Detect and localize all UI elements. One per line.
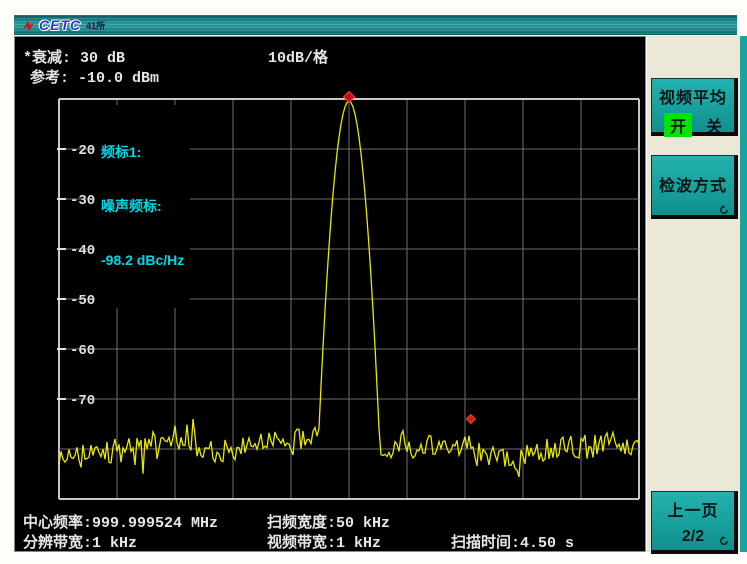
softkey-video-average[interactable]: 视频平均 开 关	[651, 78, 738, 136]
page-cycle-icon	[719, 533, 729, 543]
svg-text:-70: -70	[70, 393, 95, 409]
svg-text:-20: -20	[70, 143, 95, 159]
svg-text:-50: -50	[70, 293, 95, 309]
rbw-readout: 分辨带宽:1 kHz	[23, 531, 137, 552]
softkey-previous-page[interactable]: 上一页 2/2	[651, 491, 738, 554]
marker-info-box: 频标1: 噪声频标: -98.2 dBc/Hz	[95, 105, 190, 308]
svg-text:-40: -40	[70, 243, 95, 259]
scale-per-div-readout: 10dB/格	[268, 46, 328, 67]
marker-type: 噪声频标:	[101, 197, 184, 215]
center-freq-readout: 中心频率:999.999524 MHz	[23, 511, 218, 532]
span-readout: 扫频宽度:50 kHz	[267, 511, 390, 532]
marker1-peak-diamond	[344, 92, 355, 103]
marker-value: -98.2 dBc/Hz	[101, 251, 184, 269]
cetc-logo-icon	[22, 19, 35, 32]
titlebar: CETC 41所	[14, 15, 737, 35]
softkey-detection-mode[interactable]: 检波方式	[651, 155, 738, 219]
noise-marker-diamond	[466, 415, 475, 424]
sweep-time-readout: 扫描时间:4.50 s	[451, 531, 574, 552]
cycle-icon	[719, 202, 729, 212]
detection-mode-label: 检波方式	[652, 172, 734, 196]
page-indicator: 2/2	[682, 528, 704, 545]
previous-page-label: 上一页	[652, 497, 734, 521]
brand-unit-text: 41所	[86, 19, 105, 32]
analyzer-window: CETC 41所 *衰减: 30 dB 10dB/格 参考: -10.0 dBm…	[0, 0, 747, 564]
attenuation-readout: *衰减: 30 dB	[23, 46, 125, 67]
display-screen: *衰减: 30 dB 10dB/格 参考: -10.0 dBm -20 -30 -4…	[14, 36, 646, 552]
reference-level-readout: 参考: -10.0 dBm	[30, 66, 159, 87]
svg-text:-30: -30	[70, 193, 95, 209]
marker-title: 频标1:	[101, 143, 184, 161]
brand-text: CETC	[39, 17, 81, 33]
video-average-off-option[interactable]: 关	[706, 113, 722, 137]
video-average-label: 视频平均	[652, 84, 734, 108]
vbw-readout: 视频带宽:1 kHz	[267, 531, 381, 552]
video-average-on-option[interactable]: 开	[664, 113, 692, 137]
svg-text:-60: -60	[70, 343, 95, 359]
panel-right-strip	[740, 36, 747, 552]
